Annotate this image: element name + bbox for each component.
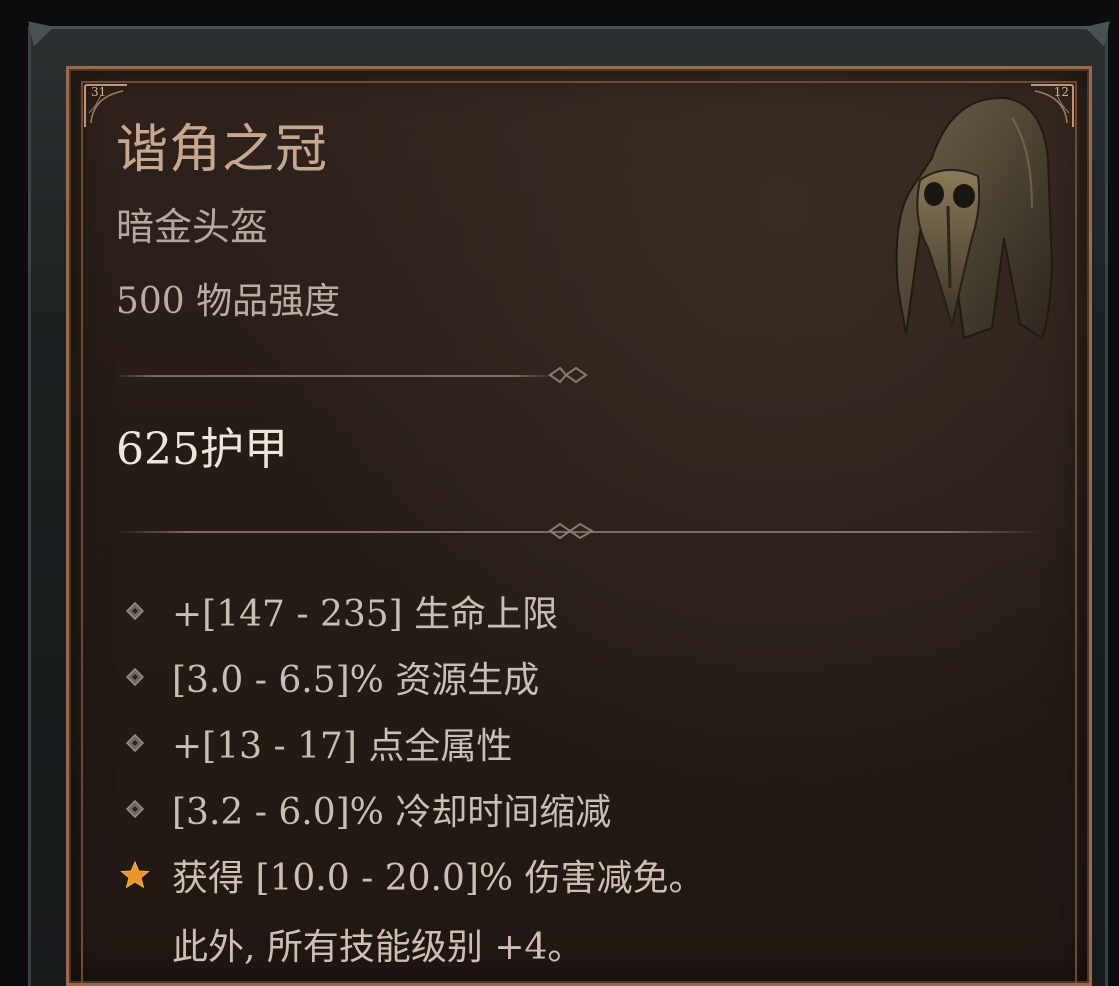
- diamond-icon: [120, 728, 150, 758]
- item-name: 谐角之冠: [116, 120, 329, 180]
- item-power-value: 500: [116, 281, 185, 322]
- affix-row: [3.2 - 6.0]% 冷却时间缩减: [120, 776, 1020, 842]
- star-icon: [120, 860, 150, 890]
- item-type: 暗金头盔: [116, 205, 269, 249]
- corner-number-left: 31: [91, 85, 107, 99]
- affix-text: [3.0 - 6.5]% 资源生成: [172, 660, 540, 701]
- armor-value: 625护甲: [116, 424, 288, 475]
- item-power: 500 物品强度: [116, 284, 340, 320]
- affix-text: +[13 - 17] 点全属性: [172, 726, 513, 767]
- affix-text: [3.2 - 6.0]% 冷却时间缩减: [172, 792, 612, 833]
- helmet-icon: [895, 96, 1054, 340]
- affix-text: +[147 - 235] 生命上限: [172, 594, 559, 635]
- diamond-icon: [120, 662, 150, 692]
- legendary-affix-text: 获得 [10.0 - 20.0]% 伤害减免。: [172, 858, 705, 899]
- affix-row: +[13 - 17] 点全属性: [120, 710, 1020, 776]
- legendary-affix-extra: 此外, 所有技能级别 +4。: [172, 927, 584, 968]
- section-divider: [116, 375, 556, 377]
- affix-row: +[147 - 235] 生命上限: [120, 578, 1020, 644]
- diamond-icon: [120, 794, 150, 824]
- divider-ornament-icon: [548, 522, 594, 540]
- affix-row: [3.0 - 6.5]% 资源生成: [120, 644, 1020, 710]
- item-power-label: 物品强度: [196, 281, 341, 322]
- divider-ornament-icon: [548, 366, 588, 384]
- diamond-icon: [120, 596, 150, 626]
- affix-list: +[147 - 235] 生命上限 [3.0 - 6.5]% 资源生成 +[13…: [120, 578, 1020, 908]
- legendary-affix-row: 获得 [10.0 - 20.0]% 伤害减免。: [120, 842, 1020, 908]
